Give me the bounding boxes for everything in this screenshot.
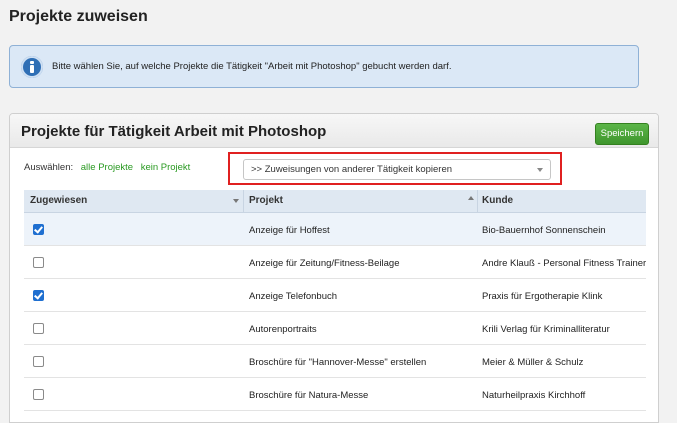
table-row[interactable]: Broschüre für "Hannover-Messe" erstellen…: [24, 345, 646, 378]
project-cell: Broschüre für "Hannover-Messe" erstellen: [249, 357, 427, 368]
copy-assignments-dropdown[interactable]: >> Zuweisungen von anderer Tätigkeit kop…: [243, 159, 551, 180]
customer-cell: Naturheilpraxis Kirchhoff: [482, 390, 586, 401]
assigned-checkbox[interactable]: [33, 389, 44, 400]
customer-cell: Bio-Bauernhof Sonnenschein: [482, 225, 606, 236]
highlight-frame: >> Zuweisungen von anderer Tätigkeit kop…: [228, 152, 562, 185]
project-cell: Broschüre für Natura-Messe: [249, 390, 369, 401]
select-none-link[interactable]: kein Projekt: [141, 162, 191, 173]
assigned-checkbox[interactable]: [33, 257, 44, 268]
column-header-zugewiesen[interactable]: Zugewiesen: [30, 195, 87, 206]
column-header-kunde[interactable]: Kunde: [482, 195, 513, 206]
info-message: Bitte wählen Sie, auf welche Projekte di…: [9, 45, 639, 88]
select-label: Auswählen:: [24, 162, 74, 173]
table-row[interactable]: Anzeige für Hoffest Bio-Bauernhof Sonnens…: [24, 213, 646, 246]
customer-cell: Andre Klauß - Personal Fitness Trainer: [482, 258, 647, 269]
customer-cell: Praxis für Ergotherapie Klink: [482, 291, 603, 302]
project-cell: Anzeige für Zeitung/Fitness-Beilage: [249, 258, 400, 269]
assigned-checkbox[interactable]: [33, 224, 44, 235]
select-all-link[interactable]: alle Projekte: [81, 162, 133, 173]
copy-dropdown-value: >> Zuweisungen von anderer Tätigkeit kop…: [251, 164, 453, 175]
table-row[interactable]: Autorenportraits Krili Verlag für Krimina…: [24, 312, 646, 345]
project-cell: Anzeige für Hoffest: [249, 225, 330, 236]
column-header-projekt[interactable]: Projekt: [249, 195, 283, 206]
assigned-checkbox[interactable]: [33, 323, 44, 334]
column-divider: [243, 190, 244, 212]
table-row[interactable]: Anzeige für Zeitung/Fitness-Beilage Andre…: [24, 246, 646, 279]
panel-title: Projekte für Tätigkeit Arbeit mit Photos…: [21, 123, 327, 140]
table-header: Zugewiesen Projekt Kunde: [24, 190, 646, 213]
page-title: Projekte zuweisen: [9, 8, 148, 25]
assignment-panel: Projekte für Tätigkeit Arbeit mit Photos…: [9, 113, 659, 423]
assigned-checkbox[interactable]: [33, 356, 44, 367]
panel-header: Projekte für Tätigkeit Arbeit mit Photos…: [10, 114, 658, 148]
project-cell: Autorenportraits: [249, 324, 317, 335]
select-bar: Auswählen: alle Projekte kein Projekt: [24, 162, 190, 173]
project-cell: Anzeige Telefonbuch: [249, 291, 338, 302]
table-body: Anzeige für Hoffest Bio-Bauernhof Sonnens…: [24, 213, 646, 422]
customer-cell: Krili Verlag für Kriminalliteratur: [482, 324, 610, 335]
table-row[interactable]: Broschüre für Natura-Messe Naturheilpraxi…: [24, 378, 646, 411]
sort-desc-icon[interactable]: [233, 199, 239, 203]
info-text: Bitte wählen Sie, auf welche Projekte di…: [52, 61, 452, 72]
customer-cell: Meier & Müller & Schulz: [482, 357, 584, 368]
sort-asc-icon[interactable]: [468, 196, 474, 200]
assigned-checkbox[interactable]: [33, 290, 44, 301]
info-icon: [21, 56, 43, 78]
chevron-down-icon: [537, 168, 543, 172]
column-divider: [477, 190, 478, 212]
table-row[interactable]: Anzeige Telefonbuch Praxis für Ergotherap…: [24, 279, 646, 312]
table-row[interactable]: [24, 411, 646, 422]
save-button[interactable]: Speichern: [595, 123, 649, 145]
